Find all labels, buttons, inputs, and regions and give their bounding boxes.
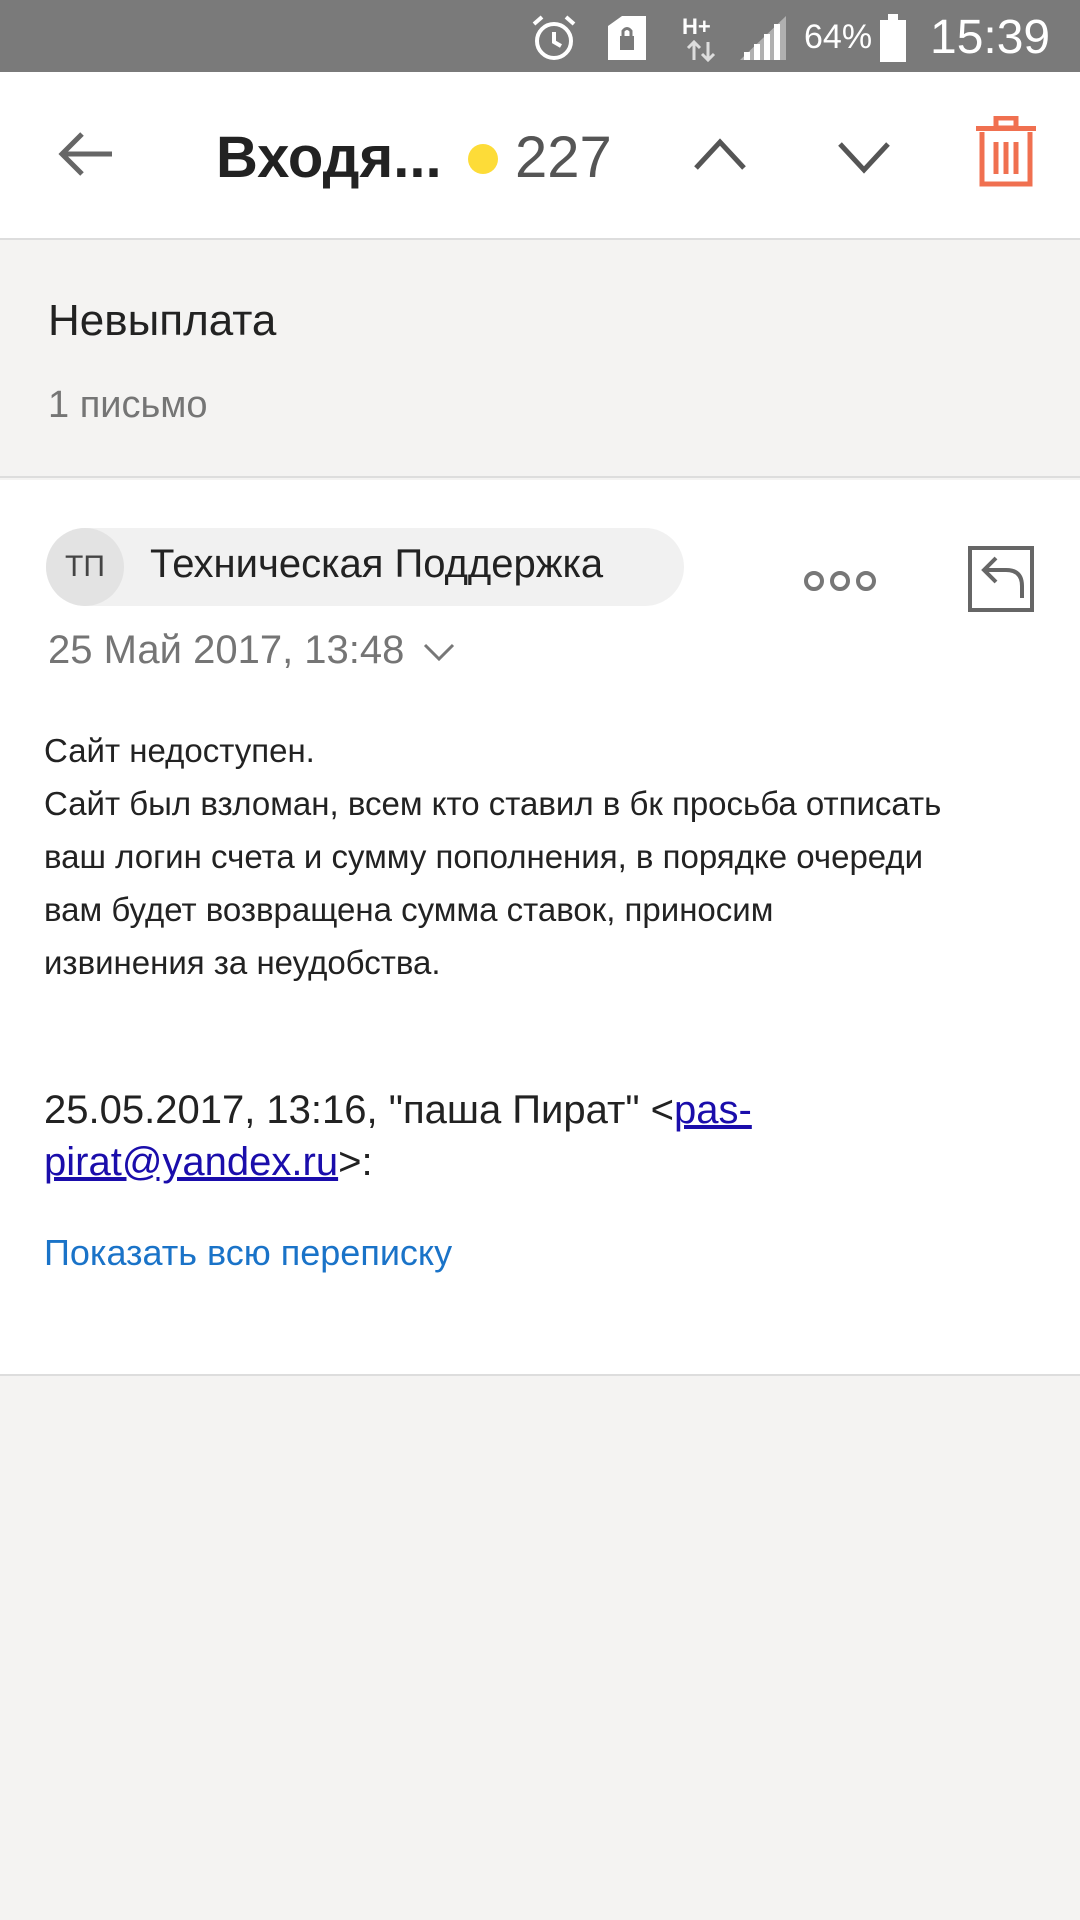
- alarm-icon: [532, 15, 576, 60]
- back-arrow-icon[interactable]: [54, 122, 118, 186]
- unread-count: 227: [515, 125, 612, 190]
- chevron-down-icon: [423, 644, 454, 662]
- message-date-text: 25 Май 2017, 13:48: [48, 628, 405, 672]
- message-body: Сайт недоступен. Сайт был взломан, всем …: [44, 724, 1044, 989]
- chevron-down-icon[interactable]: [836, 138, 892, 178]
- top-toolbar: Входя... 227: [0, 72, 1080, 240]
- body-line: ваш логин счета и сумму пополнения, в по…: [44, 838, 924, 875]
- signal-icon: [740, 16, 786, 60]
- message-card: ТП Техническая Поддержка 25 Май 2017, 13…: [0, 480, 1080, 1376]
- sender-chip[interactable]: ТП Техническая Поддержка: [46, 528, 684, 606]
- battery-percentage: 64%: [804, 18, 873, 56]
- message-date[interactable]: 25 Май 2017, 13:48: [48, 628, 456, 673]
- thread-header: Невыплата 1 письмо: [0, 242, 1080, 478]
- status-time: 15:39: [930, 11, 1051, 64]
- body-line: вам будет возвращена сумма ставок, прино…: [44, 891, 774, 928]
- quote-suffix: >:: [338, 1140, 373, 1184]
- email-link[interactable]: pas-: [674, 1088, 752, 1132]
- trash-icon[interactable]: [972, 116, 1040, 188]
- thread-subject: Невыплата: [48, 296, 277, 345]
- avatar: ТП: [46, 528, 124, 606]
- reply-icon[interactable]: [966, 544, 1038, 616]
- body-line: Сайт был взломан, всем кто ставил в бк п…: [44, 785, 942, 822]
- more-options-icon[interactable]: [800, 566, 880, 596]
- folder-title[interactable]: Входя...: [216, 124, 442, 191]
- unread-indicator: [468, 144, 498, 174]
- show-all-link[interactable]: Показать всю переписку: [44, 1232, 452, 1274]
- body-line: Сайт недоступен.: [44, 732, 315, 769]
- body-line: извинения за неудобства.: [44, 944, 441, 981]
- quote-prefix: 25.05.2017, 13:16, "паша Пират" <: [44, 1088, 674, 1132]
- svg-text:H+: H+: [682, 14, 711, 39]
- email-link[interactable]: pirat@yandex.ru: [44, 1140, 338, 1184]
- sim-lock-icon: [608, 16, 646, 60]
- thread-message-count: 1 письмо: [48, 384, 208, 426]
- quote-header: 25.05.2017, 13:16, "паша Пират" <pas-pir…: [44, 1084, 1044, 1188]
- chevron-up-icon[interactable]: [692, 134, 748, 174]
- battery-icon: [880, 14, 906, 62]
- sender-name: Техническая Поддержка: [150, 542, 604, 586]
- hplus-data-icon: H+: [682, 14, 716, 63]
- status-bar: H+ 64% 15:39: [0, 0, 1080, 72]
